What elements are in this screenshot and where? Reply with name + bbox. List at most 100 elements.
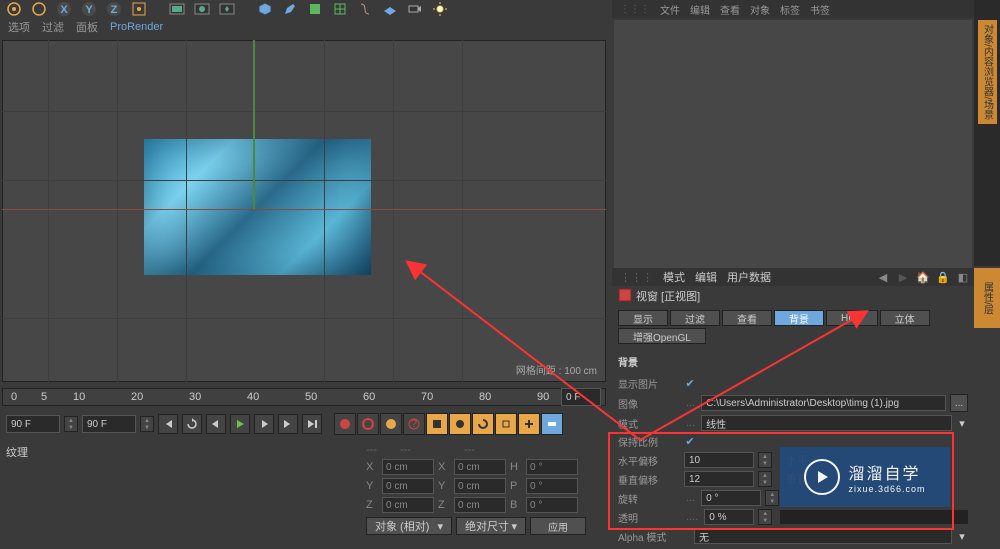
y-axis-icon[interactable]: Y — [77, 1, 101, 17]
next-frame-button[interactable] — [254, 414, 274, 434]
alpha-mode-dropdown[interactable]: 无 — [694, 528, 952, 544]
menu-prorender[interactable]: ProRender — [110, 21, 163, 33]
z-pos-input[interactable]: 0 cm — [382, 497, 434, 513]
pos-key-icon[interactable] — [426, 413, 448, 435]
tab-display[interactable]: 显示 — [618, 310, 668, 326]
loop-button[interactable] — [182, 414, 202, 434]
tab-stereo[interactable]: 立体 — [880, 310, 930, 326]
om-bookmarks[interactable]: 书签 — [810, 2, 830, 17]
prev-frame-button[interactable] — [206, 414, 226, 434]
object-tree[interactable] — [614, 20, 972, 268]
side-tab-objects[interactable]: 对象/内容浏览器/场景 — [978, 20, 997, 124]
menu-filter[interactable]: 过滤 — [42, 19, 64, 35]
nav-lock-icon[interactable]: 🔒 — [936, 270, 950, 284]
ruler-end-field[interactable]: 0 F — [561, 388, 601, 406]
frame-start-spinner[interactable]: ▲▼ — [64, 416, 78, 432]
om-object[interactable]: 对象 — [750, 2, 770, 17]
viewport[interactable]: 网格间距 : 100 cm — [2, 40, 606, 382]
z-axis-icon[interactable]: Z — [102, 1, 126, 17]
x-size-input[interactable]: 0 cm — [454, 459, 506, 475]
tab-opengl[interactable]: 增强OpenGL — [618, 328, 706, 344]
attr-tabs: 显示 过滤 查看 背景 HUD 立体 增强OpenGL — [612, 306, 974, 348]
om-tags[interactable]: 标签 — [780, 2, 800, 17]
h-rot-input[interactable]: 0 ° — [526, 459, 578, 475]
nav-new-icon[interactable]: ◧ — [956, 270, 970, 284]
x-pos-input[interactable]: 0 cm — [382, 459, 434, 475]
cube-icon[interactable] — [253, 1, 277, 17]
side-tab-attrs[interactable]: 属性/层 — [974, 268, 1000, 328]
y-size-input[interactable]: 0 cm — [454, 478, 506, 494]
autokey-button[interactable] — [357, 413, 379, 435]
menu-options[interactable]: 选项 — [8, 19, 30, 35]
opacity-slider[interactable] — [780, 510, 968, 524]
frame-start-input[interactable]: 90 F — [6, 415, 60, 433]
attr-mode[interactable]: 模式 — [663, 269, 685, 285]
goto-end-button[interactable] — [278, 414, 298, 434]
pen-icon[interactable] — [278, 1, 302, 17]
floor-icon[interactable] — [378, 1, 402, 17]
key-settings-icon[interactable] — [380, 413, 402, 435]
nav-back-icon[interactable]: ◀ — [876, 270, 890, 284]
browse-button[interactable]: ... — [950, 394, 968, 412]
attr-edit[interactable]: 编辑 — [695, 269, 717, 285]
z-size-input[interactable]: 0 cm — [454, 497, 506, 513]
relative-dropdown[interactable]: 对象 (相对)▾ — [366, 517, 452, 535]
apply-button[interactable]: 应用 — [530, 517, 586, 535]
param-key-icon[interactable] — [495, 413, 517, 435]
record-button[interactable] — [334, 413, 356, 435]
orbit2-icon[interactable] — [27, 1, 51, 17]
play-button[interactable] — [230, 414, 250, 434]
opacity-spinner[interactable]: ▲▼ — [758, 509, 772, 525]
tab-filter[interactable]: 过滤 — [670, 310, 720, 326]
om-file[interactable]: 文件 — [660, 2, 680, 17]
camera-icon[interactable] — [403, 1, 427, 17]
scale-key-icon[interactable] — [449, 413, 471, 435]
goto-start-button[interactable] — [158, 414, 178, 434]
pivot-icon[interactable] — [127, 1, 151, 17]
v-offset-input[interactable]: 12 — [684, 471, 754, 487]
lattice-icon[interactable] — [328, 1, 352, 17]
h-offset-input[interactable]: 10 — [684, 452, 754, 468]
frame-end-spinner[interactable]: ▲▼ — [140, 416, 154, 432]
light-icon[interactable] — [428, 1, 452, 17]
nav-fwd-icon[interactable]: ▶ — [896, 270, 910, 284]
v-offset-spinner[interactable]: ▲▼ — [758, 471, 772, 487]
mode-dropdown[interactable]: 线性 — [701, 415, 952, 431]
menu-panel[interactable]: 面板 — [76, 19, 98, 35]
attr-userdata[interactable]: 用户数据 — [727, 269, 771, 285]
nav-up-icon[interactable]: 🏠 — [916, 270, 930, 284]
render-region-icon[interactable] — [190, 1, 214, 17]
h-offset-label: 水平偏移 — [618, 453, 680, 468]
p-rot-input[interactable]: 0 ° — [526, 478, 578, 494]
x-axis-icon[interactable]: X — [52, 1, 76, 17]
om-view[interactable]: 查看 — [720, 2, 740, 17]
y-pos-input[interactable]: 0 cm — [382, 478, 434, 494]
grid-spacing-label: 网格间距 : 100 cm — [516, 362, 597, 377]
timeline-ruler[interactable]: 0 5 10 20 30 40 50 60 70 80 90 0 F — [2, 388, 606, 406]
frame-end-input[interactable]: 90 F — [82, 415, 136, 433]
deformer-icon[interactable] — [353, 1, 377, 17]
show-image-checkbox[interactable]: ✔ — [684, 378, 696, 390]
nurbs-icon[interactable] — [303, 1, 327, 17]
pla-key-icon[interactable] — [518, 413, 540, 435]
image-path-input[interactable]: C:\Users\Administrator\Desktop\timg (1).… — [701, 395, 946, 411]
rotation-spinner[interactable]: ▲▼ — [765, 490, 779, 506]
b-rot-input[interactable]: 0 ° — [526, 497, 578, 513]
h-offset-spinner[interactable]: ▲▼ — [758, 452, 772, 468]
abs-size-dropdown[interactable]: 绝对尺寸▾ — [456, 517, 526, 535]
keep-ratio-checkbox[interactable]: ✔ — [684, 436, 696, 448]
rotation-input[interactable]: 0 ° — [701, 490, 761, 506]
opacity-input[interactable]: 0 % — [704, 509, 754, 525]
attr-menu: ⋮⋮⋮ 模式 编辑 用户数据 ◀ ▶ 🏠 🔒 ◧ — [612, 268, 974, 286]
orbit-icon[interactable] — [2, 1, 26, 17]
render-icon[interactable] — [165, 1, 189, 17]
om-edit[interactable]: 编辑 — [690, 2, 710, 17]
toggle-icon[interactable] — [541, 413, 563, 435]
help-icon[interactable]: ? — [403, 413, 425, 435]
tab-view[interactable]: 查看 — [722, 310, 772, 326]
render-settings-icon[interactable] — [215, 1, 239, 17]
goto-last-button[interactable] — [302, 414, 322, 434]
rot-key-icon[interactable] — [472, 413, 494, 435]
tab-hud[interactable]: HUD — [826, 310, 878, 326]
tab-background[interactable]: 背景 — [774, 310, 824, 326]
